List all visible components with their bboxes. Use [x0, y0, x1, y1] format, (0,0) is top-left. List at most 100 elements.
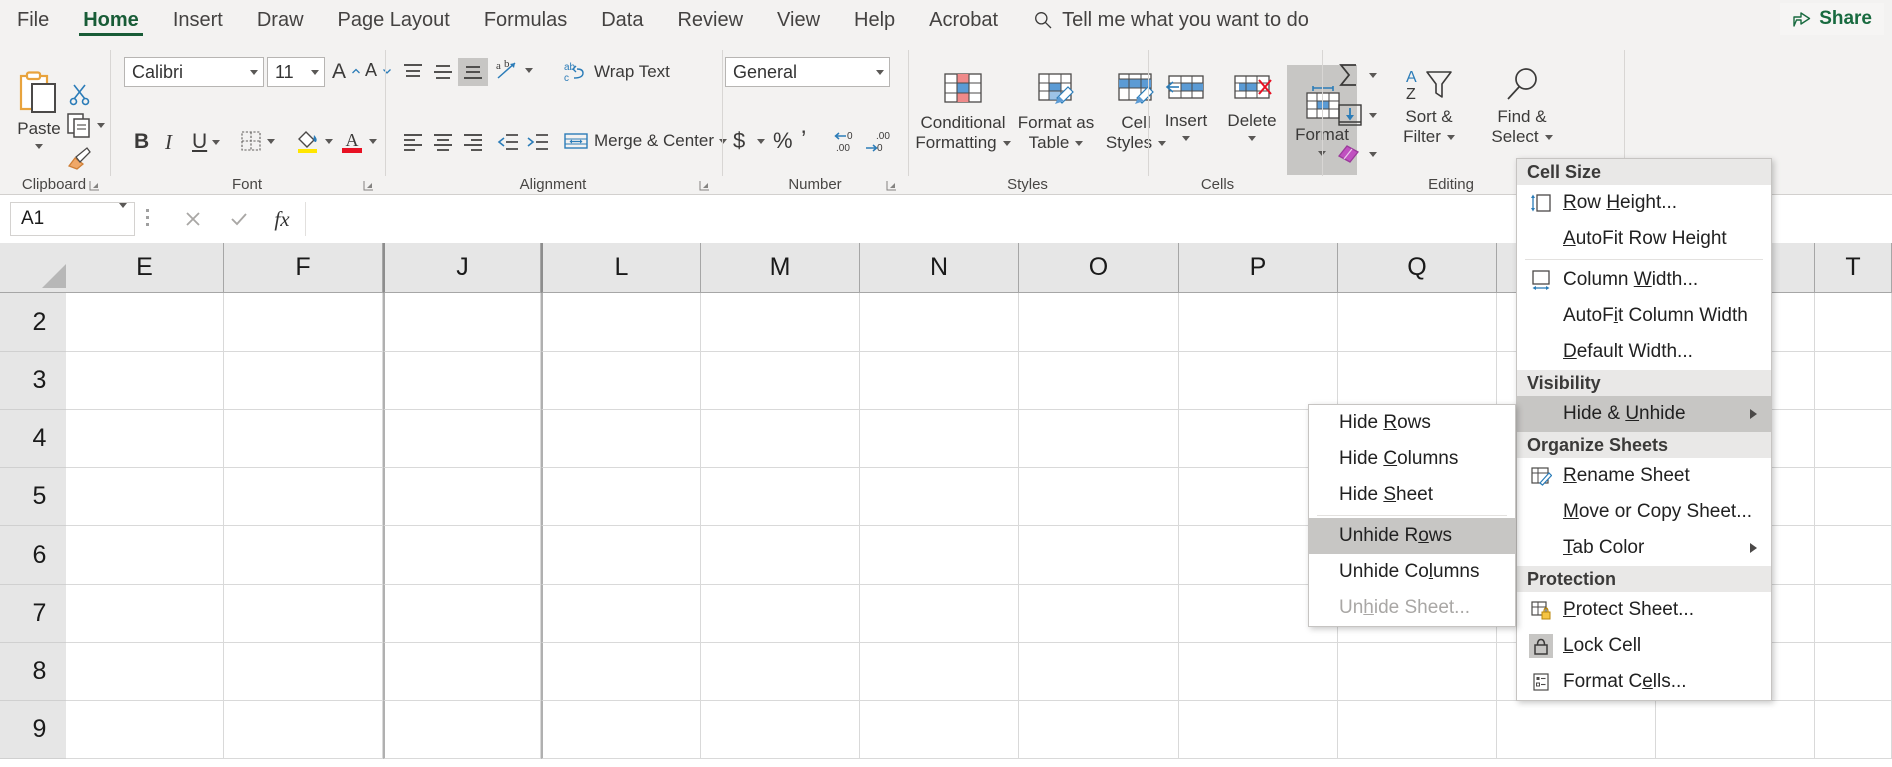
name-box-caret[interactable]: [119, 203, 127, 230]
cell-J9[interactable]: [383, 701, 541, 759]
tab-home[interactable]: Home: [66, 0, 156, 40]
formula-bar-grip[interactable]: [146, 209, 150, 229]
cell-T4[interactable]: [1815, 410, 1892, 468]
align-middle-button[interactable]: [428, 58, 458, 86]
delete-cells-dropdown-caret[interactable]: [1248, 136, 1256, 142]
column-header-O[interactable]: O: [1019, 243, 1179, 293]
number-format-combo[interactable]: General: [725, 57, 890, 87]
cell-M2[interactable]: [701, 293, 860, 352]
font-color-button[interactable]: A: [340, 128, 377, 154]
cell-L3[interactable]: [541, 352, 701, 410]
cell-L4[interactable]: [541, 410, 701, 468]
align-top-button[interactable]: [398, 58, 428, 86]
fill-color-button[interactable]: [295, 128, 333, 154]
cell-R9[interactable]: [1497, 701, 1656, 759]
cell-F5[interactable]: [224, 468, 383, 526]
cell-E2[interactable]: [66, 293, 224, 352]
cell-T8[interactable]: [1815, 643, 1892, 701]
cell-P8[interactable]: [1179, 643, 1338, 701]
column-header-Q[interactable]: Q: [1338, 243, 1497, 293]
cell-Q3[interactable]: [1338, 352, 1497, 410]
tab-insert[interactable]: Insert: [156, 0, 240, 40]
cell-E4[interactable]: [66, 410, 224, 468]
column-header-P[interactable]: P: [1179, 243, 1338, 293]
decrease-decimal-button[interactable]: .00 0: [865, 130, 891, 154]
cell-O4[interactable]: [1019, 410, 1179, 468]
number-format-caret[interactable]: [871, 69, 889, 75]
submenu-item-hide-rows[interactable]: Hide Rows: [1309, 405, 1515, 441]
menu-item-protect-sheet[interactable]: Protect Sheet...: [1517, 592, 1771, 628]
tab-file[interactable]: File: [0, 0, 66, 40]
find-select-button[interactable]: Find & Select: [1478, 66, 1566, 147]
tab-page-layout[interactable]: Page Layout: [321, 0, 467, 40]
cell-T5[interactable]: [1815, 468, 1892, 526]
font-size-combo[interactable]: 11: [267, 57, 325, 87]
cell-Q8[interactable]: [1338, 643, 1497, 701]
column-header-F[interactable]: F: [224, 243, 383, 293]
cell-L9[interactable]: [541, 701, 701, 759]
column-header-L[interactable]: L: [541, 243, 701, 293]
align-center-button[interactable]: [428, 128, 458, 156]
cell-O2[interactable]: [1019, 293, 1179, 352]
font-name-caret[interactable]: [245, 69, 263, 75]
find-select-dropdown-caret[interactable]: [1544, 134, 1553, 140]
submenu-item-unhide-rows[interactable]: Unhide Rows: [1309, 518, 1515, 554]
cell-N7[interactable]: [860, 585, 1019, 643]
submenu-item-unhide-columns[interactable]: Unhide Columns: [1309, 554, 1515, 590]
cell-J3[interactable]: [383, 352, 541, 410]
column-header-T[interactable]: T: [1815, 243, 1892, 293]
cell-F8[interactable]: [224, 643, 383, 701]
currency-format-button[interactable]: $: [733, 128, 766, 154]
cell-T3[interactable]: [1815, 352, 1892, 410]
column-header-M[interactable]: M: [701, 243, 860, 293]
insert-function-button[interactable]: fx: [259, 202, 305, 236]
cell-F9[interactable]: [224, 701, 383, 759]
submenu-item-hide-columns[interactable]: Hide Columns: [1309, 441, 1515, 477]
paste-button[interactable]: Paste: [8, 70, 70, 150]
italic-button[interactable]: I: [165, 130, 172, 155]
cell-E8[interactable]: [66, 643, 224, 701]
align-right-button[interactable]: [458, 128, 488, 156]
tab-view[interactable]: View: [760, 0, 837, 40]
cell-N9[interactable]: [860, 701, 1019, 759]
cell-N3[interactable]: [860, 352, 1019, 410]
cell-J4[interactable]: [383, 410, 541, 468]
menu-item-rename-sheet[interactable]: Rename Sheet: [1517, 458, 1771, 494]
cell-J7[interactable]: [383, 585, 541, 643]
cell-N6[interactable]: [860, 526, 1019, 585]
currency-dropdown-caret[interactable]: [757, 138, 766, 144]
cell-T6[interactable]: [1815, 526, 1892, 585]
insert-cells-dropdown-caret[interactable]: [1182, 136, 1190, 142]
borders-dropdown-caret[interactable]: [267, 138, 275, 144]
conditional-formatting-dropdown-caret[interactable]: [1002, 140, 1011, 146]
autosum-dropdown-caret[interactable]: [1369, 72, 1377, 78]
format-as-table-dropdown-caret[interactable]: [1075, 140, 1084, 146]
cell-L2[interactable]: [541, 293, 701, 352]
cut-button[interactable]: [68, 82, 92, 106]
underline-dropdown-caret[interactable]: [212, 139, 221, 145]
orientation-button[interactable]: a b: [494, 58, 533, 82]
percent-format-button[interactable]: %: [773, 128, 793, 154]
font-name-combo[interactable]: Calibri: [124, 57, 264, 87]
menu-item-move-or-copy-sheet[interactable]: Move or Copy Sheet...: [1517, 494, 1771, 530]
cell-T9[interactable]: [1815, 701, 1892, 759]
cell-P9[interactable]: [1179, 701, 1338, 759]
column-header-E[interactable]: E: [66, 243, 224, 293]
fill-color-dropdown-caret[interactable]: [325, 138, 333, 144]
borders-button[interactable]: [240, 130, 275, 152]
clipboard-dialog-launcher-icon[interactable]: [88, 179, 101, 192]
tab-formulas[interactable]: Formulas: [467, 0, 584, 40]
comma-style-button[interactable]: ’: [801, 126, 806, 154]
cell-M3[interactable]: [701, 352, 860, 410]
cell-P2[interactable]: [1179, 293, 1338, 352]
cell-L8[interactable]: [541, 643, 701, 701]
menu-item-autofit-column-width[interactable]: AutoFit Column Width: [1517, 298, 1771, 334]
cell-E9[interactable]: [66, 701, 224, 759]
cell-F3[interactable]: [224, 352, 383, 410]
merge-center-button[interactable]: Merge & Center: [563, 130, 727, 152]
column-header-J[interactable]: J: [383, 243, 541, 293]
clear-dropdown-caret[interactable]: [1369, 151, 1377, 157]
cell-Q2[interactable]: [1338, 293, 1497, 352]
cell-T2[interactable]: [1815, 293, 1892, 352]
insert-cells-button[interactable]: Insert: [1155, 70, 1217, 142]
